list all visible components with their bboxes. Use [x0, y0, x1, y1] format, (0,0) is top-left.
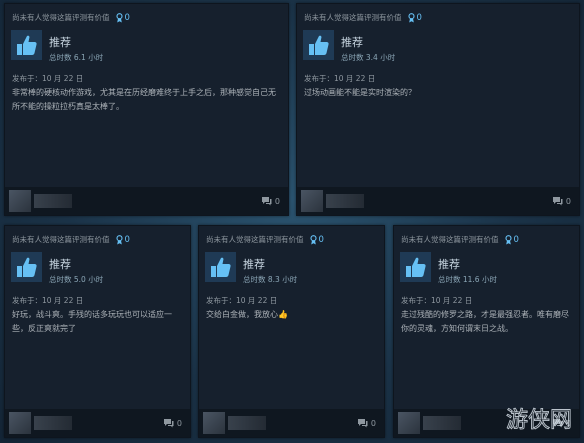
- helpful-label: 尚未有人觉得这篇评测有价值: [206, 235, 304, 244]
- award-button[interactable]: 0: [115, 12, 130, 23]
- helpful-status: 尚未有人觉得这篇评测有价值 0: [304, 12, 422, 23]
- thumbs-up-icon: [303, 30, 334, 60]
- review-text: 好玩，战斗爽。手残的话多玩玩也可以适应一些，反正爽就完了: [12, 310, 172, 333]
- helpful-label: 尚未有人觉得这篇评测有价值: [304, 13, 402, 22]
- review-footer: 0: [199, 409, 384, 437]
- helpful-label: 尚未有人觉得这篇评测有价值: [401, 235, 499, 244]
- comment-icon: [163, 419, 174, 428]
- award-count: 0: [318, 234, 324, 245]
- thumbs-up-icon: [400, 252, 431, 282]
- playtime: 总时数 11.6 小时: [438, 275, 497, 284]
- comment-count: 0: [370, 418, 376, 428]
- award-count: 0: [416, 12, 422, 23]
- helpful-status: 尚未有人觉得这篇评测有价值 0: [401, 234, 519, 245]
- avatar[interactable]: [301, 190, 323, 212]
- award-button[interactable]: 0: [115, 234, 130, 245]
- thumbs-up-emoji-icon: 👍: [278, 310, 288, 319]
- playtime: 总时数 6.1 小时: [49, 53, 104, 62]
- review-card: 尚未有人觉得这篇评测有价值 0 推荐 总时数 8.3 小时 发布于：10 月 2…: [198, 225, 385, 438]
- recommendation-badge[interactable]: [303, 30, 334, 60]
- helpful-label: 尚未有人觉得这篇评测有价值: [12, 235, 110, 244]
- helpful-status: 尚未有人觉得这篇评测有价值 0: [12, 234, 130, 245]
- comment-button[interactable]: 0: [552, 196, 571, 206]
- avatar[interactable]: [9, 412, 31, 434]
- posted-date: 发布于：10 月 22 日: [304, 74, 376, 83]
- award-icon: [407, 12, 415, 22]
- comment-button[interactable]: 0: [357, 418, 376, 428]
- award-icon: [115, 234, 123, 244]
- posted-date: 发布于：10 月 22 日: [12, 296, 84, 305]
- recommend-label[interactable]: 推荐: [49, 256, 71, 272]
- helpful-status: 尚未有人觉得这篇评测有价值 0: [12, 12, 130, 23]
- posted-date: 发布于：10 月 22 日: [401, 296, 473, 305]
- review-card: 尚未有人觉得这篇评测有价值 0 推荐 总时数 3.4 小时 发布于：10 月 2…: [296, 3, 580, 216]
- award-count: 0: [124, 12, 130, 23]
- review-text: 交给白金做，我放心👍: [206, 308, 376, 322]
- recommendation-badge[interactable]: [400, 252, 431, 282]
- comment-count: 0: [176, 418, 182, 428]
- award-count: 0: [124, 234, 130, 245]
- recommend-label[interactable]: 推荐: [438, 256, 460, 272]
- avatar[interactable]: [9, 190, 31, 212]
- award-button[interactable]: 0: [407, 12, 422, 23]
- comment-button[interactable]: 0: [163, 418, 182, 428]
- recommendation-badge[interactable]: [11, 30, 42, 60]
- review-card: 尚未有人觉得这篇评测有价值 0 推荐 总时数 6.1 小时 发布于：10 月 2…: [4, 3, 289, 216]
- review-footer: 0: [5, 187, 288, 215]
- comment-icon: [552, 197, 563, 206]
- comment-button[interactable]: 0: [261, 196, 280, 206]
- recommendation-badge[interactable]: [205, 252, 236, 282]
- thumbs-up-icon: [11, 30, 42, 60]
- helpful-status: 尚未有人觉得这篇评测有价值 0: [206, 234, 324, 245]
- playtime: 总时数 8.3 小时: [243, 275, 298, 284]
- recommendation-badge[interactable]: [11, 252, 42, 282]
- review-text: 非常棒的硬核动作游戏，尤其是在历经磨难终于上手之后，那种感觉自己无所不能的操粒拉…: [12, 88, 276, 111]
- posted-date: 发布于：10 月 22 日: [206, 296, 278, 305]
- review-text: 走过残酷的修罗之路，才是最强忍者。唯有磨尽你的灵魂，方知何谓末日之战。: [401, 310, 569, 333]
- award-icon: [504, 234, 512, 244]
- award-icon: [115, 12, 123, 22]
- comment-icon: [357, 419, 368, 428]
- posted-date: 发布于：10 月 22 日: [12, 74, 84, 83]
- author-name-blurred[interactable]: [326, 194, 364, 208]
- award-button[interactable]: 0: [309, 234, 324, 245]
- author-name-blurred[interactable]: [34, 194, 72, 208]
- recommend-label[interactable]: 推荐: [243, 256, 265, 272]
- recommend-label[interactable]: 推荐: [341, 34, 363, 50]
- review-footer: 0: [5, 409, 190, 437]
- helpful-label: 尚未有人觉得这篇评测有价值: [12, 13, 110, 22]
- avatar[interactable]: [203, 412, 225, 434]
- award-icon: [309, 234, 317, 244]
- playtime: 总时数 5.0 小时: [49, 275, 104, 284]
- author-name-blurred[interactable]: [228, 416, 266, 430]
- comment-count: 0: [274, 196, 280, 206]
- recommend-label[interactable]: 推荐: [49, 34, 71, 50]
- avatar[interactable]: [398, 412, 420, 434]
- review-text-content: 交给白金做，我放心: [206, 310, 278, 319]
- thumbs-up-icon: [11, 252, 42, 282]
- comment-count: 0: [565, 196, 571, 206]
- author-name-blurred[interactable]: [423, 416, 461, 430]
- review-card: 尚未有人觉得这篇评测有价值 0 推荐 总时数 5.0 小时 发布于：10 月 2…: [4, 225, 191, 438]
- award-count: 0: [513, 234, 519, 245]
- watermark-text: 游侠网: [506, 408, 572, 433]
- youxia-logo: 游侠网: [506, 408, 573, 434]
- review-footer: 0: [297, 187, 579, 215]
- comment-icon: [261, 197, 272, 206]
- author-name-blurred[interactable]: [34, 416, 72, 430]
- playtime: 总时数 3.4 小时: [341, 53, 396, 62]
- award-button[interactable]: 0: [504, 234, 519, 245]
- thumbs-up-icon: [205, 252, 236, 282]
- review-text: 过场动画能不能是实时渲染的？: [304, 88, 416, 97]
